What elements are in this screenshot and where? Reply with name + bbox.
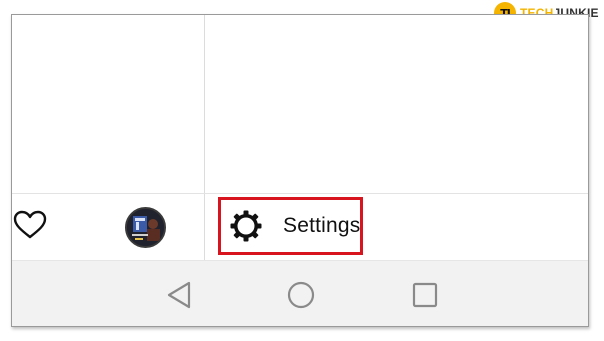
settings-menu-item[interactable]: Settings [218,197,363,255]
recents-square-icon[interactable] [405,275,445,315]
android-nav-bar [12,260,588,326]
home-circle-icon[interactable] [281,275,321,315]
avatar-image [127,209,164,246]
phone-screen: Settings [11,14,589,327]
gear-icon [230,210,262,242]
content-area [12,15,588,195]
profile-avatar[interactable] [125,207,166,248]
back-triangle-icon[interactable] [159,275,199,315]
settings-label: Settings [283,214,361,237]
heart-icon[interactable] [13,210,47,240]
